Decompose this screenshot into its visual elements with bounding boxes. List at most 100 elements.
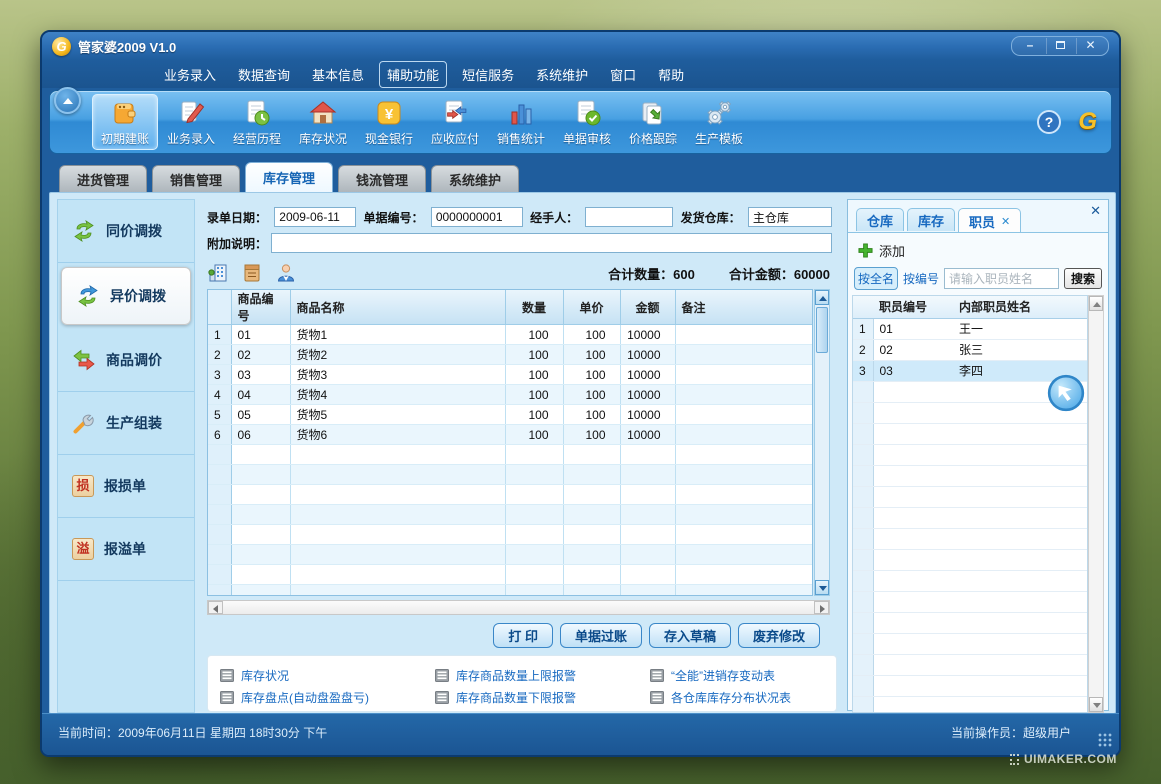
menu-item-basic-info[interactable]: 基本信息 [305,62,371,87]
tab-inventory-management[interactable]: 库存管理 [245,162,333,192]
menu-item-window[interactable]: 窗口 [603,62,643,87]
link-stock-status[interactable]: 库存状况 [220,664,435,686]
maximize-button[interactable] [1046,38,1074,54]
stock-box-icon[interactable] [241,262,263,284]
items-horizontal-scrollbar[interactable] [207,600,830,615]
item-row[interactable]: 606货物610010010000 [208,425,813,445]
panel-close-icon[interactable]: ✕ [1090,203,1101,219]
empty-row [853,423,1088,444]
add-staff-button[interactable]: 添加 [858,241,905,260]
tab-system-maintenance[interactable]: 系统维护 [431,165,519,192]
sidebar-item-diff-price-transfer[interactable]: 异价调拨 [61,267,191,325]
window-controls: – ✕ [1011,36,1109,56]
toolbar-stock-status-button[interactable]: 库存状况 [290,94,356,150]
col-note[interactable]: 备注 [675,290,813,325]
col-price[interactable]: 单价 [563,290,620,325]
warehouse-input[interactable] [748,207,832,227]
toolbar-cash-bank-button[interactable]: ¥ 现金银行 [356,94,422,150]
sidebar-item-production-assembly[interactable]: 生产组装 [58,392,194,455]
staff-row[interactable]: 202张三 [853,339,1088,360]
scroll-down-icon[interactable] [1089,697,1103,712]
item-row[interactable]: 505货物510010010000 [208,405,813,425]
scroll-up-icon[interactable] [815,290,829,305]
scroll-right-icon[interactable] [814,601,829,614]
toolbar-business-history-button[interactable]: 经营历程 [224,94,290,150]
handler-input[interactable] [585,207,673,227]
scroll-up-icon[interactable] [1089,296,1103,311]
svg-text:?: ? [1045,114,1054,130]
toolbar-business-entry-button[interactable]: 业务录入 [158,94,224,150]
link-omnipotent-flow-report[interactable]: “全能”进销存变动表 [650,664,824,686]
staff-row[interactable]: 101王一 [853,318,1088,339]
sidebar-item-price-adjust[interactable]: 商品调价 [58,329,194,392]
menu-item-help[interactable]: 帮助 [651,62,691,87]
link-stock-lower-limit-alarm[interactable]: 库存商品数量下限报警 [435,686,650,708]
search-by-code-toggle[interactable]: 按编号 [903,270,939,287]
help-icon[interactable]: ? [1036,109,1062,135]
search-by-name-toggle[interactable]: 按全名 [854,267,898,290]
item-row[interactable]: 202货物210010010000 [208,345,813,365]
toolbar-initial-setup-button[interactable]: 初期建账 [92,94,158,150]
report-list-icon [220,691,234,704]
toolbar-sales-statistics-button[interactable]: 销售统计 [488,94,554,150]
toolbar-label: 生产模板 [695,130,743,147]
tab-warehouse[interactable]: 仓库 [856,208,904,231]
col-qty[interactable]: 数量 [505,290,563,325]
scroll-left-icon[interactable] [208,601,223,614]
tab-close-icon[interactable]: ✕ [1001,215,1010,228]
search-button[interactable]: 搜索 [1064,268,1102,289]
toolbar-production-template-button[interactable]: 生产模板 [686,94,752,150]
items-vertical-scrollbar[interactable] [814,289,830,596]
doc-no-input[interactable] [431,207,523,227]
link-stock-check[interactable]: 库存盘点(自动盘盈盘亏) [220,686,435,708]
item-row[interactable]: 303货物310010010000 [208,365,813,385]
menu-item-aux-functions[interactable]: 辅助功能 [379,61,447,88]
date-input[interactable] [274,207,356,227]
staff-person-icon[interactable] [275,262,297,284]
tab-sales-management[interactable]: 销售管理 [152,165,240,192]
col-item-name[interactable]: 商品名称 [290,290,505,325]
tab-cashflow-management[interactable]: 钱流管理 [338,165,426,192]
toolbar-receivable-payable-button[interactable]: 应收应付 [422,94,488,150]
save-draft-button[interactable]: 存入草稿 [649,623,731,648]
staff-vertical-scrollbar[interactable] [1088,295,1104,713]
col-staff-code[interactable]: 职员编号 [873,296,953,318]
collapse-toolbar-button[interactable] [54,87,81,114]
link-stock-upper-limit-alarm[interactable]: 库存商品数量上限报警 [435,664,650,686]
menu-item-system-maintenance[interactable]: 系统维护 [529,62,595,87]
sidebar-item-overflow-report[interactable]: 溢 报溢单 [58,518,194,581]
menu-item-sms-service[interactable]: 短信服务 [455,62,521,87]
post-voucher-button[interactable]: 单据过账 [560,623,642,648]
menu-item-data-query[interactable]: 数据查询 [231,62,297,87]
scrollbar-thumb[interactable] [816,307,828,353]
tab-staff[interactable]: 职员✕ [958,208,1021,233]
toolbar-price-tracking-button[interactable]: 价格跟踪 [620,94,686,150]
print-button[interactable]: 打 印 [493,623,553,648]
toolbar-right-group: ? G [1036,108,1097,136]
note-input[interactable] [271,233,832,253]
col-staff-name[interactable]: 内部职员姓名 [953,296,1088,318]
empty-row [853,528,1088,549]
empty-row [853,654,1088,675]
toolbar-voucher-audit-button[interactable]: 单据审核 [554,94,620,150]
col-amount[interactable]: 金额 [620,290,675,325]
item-row[interactable]: 101货物110010010000 [208,325,813,345]
link-warehouse-distribution-report[interactable]: 各仓库库存分布状况表 [650,686,824,708]
staff-search-input[interactable] [944,268,1059,289]
warehouse-building-icon[interactable] [207,262,229,284]
discard-changes-button[interactable]: 废弃修改 [738,623,820,648]
item-row[interactable]: 404货物410010010000 [208,385,813,405]
staff-table: 职员编号 内部职员姓名 101王一 202张三 303李四 [852,295,1088,713]
resize-grip[interactable] [1098,733,1113,748]
sidebar-item-loss-report[interactable]: 损 报损单 [58,455,194,518]
tab-purchase-management[interactable]: 进货管理 [59,165,147,192]
tab-stock[interactable]: 库存 [907,208,955,231]
lookup-tabs: 仓库 库存 职员✕ [856,208,1021,233]
scroll-down-icon[interactable] [815,580,829,595]
close-button[interactable]: ✕ [1076,38,1104,54]
sidebar-item-same-price-transfer[interactable]: 同价调拨 [58,200,194,263]
menu-item-business-entry[interactable]: 业务录入 [157,62,223,87]
minimize-button[interactable]: – [1016,38,1044,54]
sidebar-item-label: 生产组装 [106,413,162,433]
col-item-code[interactable]: 商品编号 [231,290,290,325]
